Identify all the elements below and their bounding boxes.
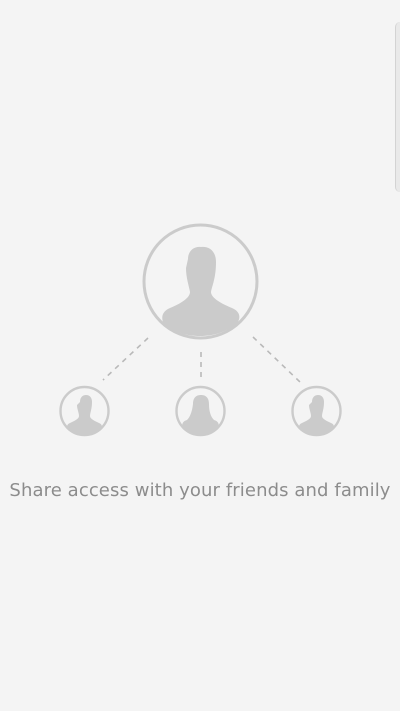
guest-avatar-3-icon [291, 385, 342, 437]
connector-lines [102, 336, 301, 383]
owner-avatar-icon [142, 223, 259, 340]
onboarding-caption: Share access with your friends and famil… [9, 480, 391, 501]
guest-avatar-2-icon [175, 385, 226, 437]
guest-avatar-1-icon [59, 385, 110, 437]
share-access-illustration [59, 223, 342, 437]
onboarding-screen: Share access with your friends and famil… [0, 0, 400, 711]
